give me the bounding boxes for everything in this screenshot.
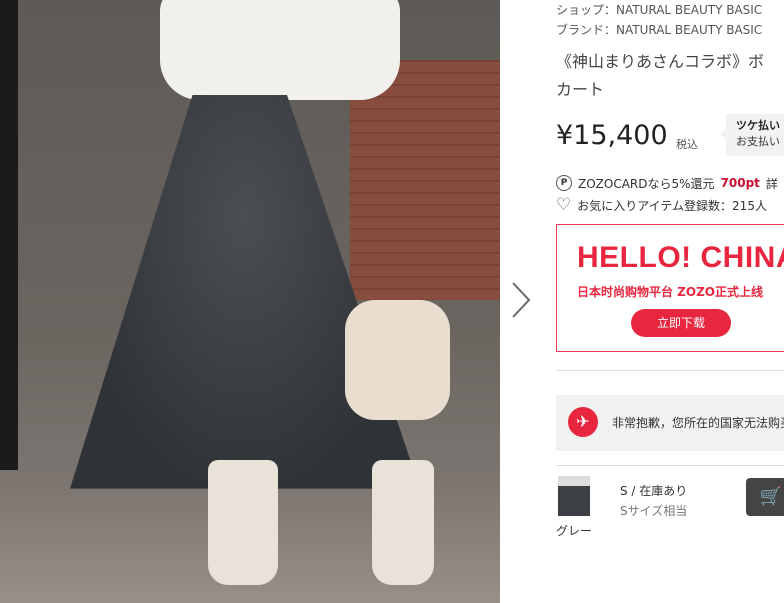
price-row: ¥15,400 税込 ツケ払い お支払い (556, 114, 784, 160)
divider (556, 370, 784, 371)
product-title-line1: 《神山まりあさんコラボ》ボ (556, 52, 765, 71)
photo-boot-left (208, 460, 278, 585)
tsuke-payment-box[interactable]: ツケ払い お支払い (720, 114, 784, 156)
notice-text: 非常抱歉，您所在的国家无法购买 (612, 416, 784, 430)
heart-icon[interactable]: ♡ (556, 196, 571, 214)
product-info: ショップ：NATURAL BEAUTY BASIC ブランド：NATURAL B… (556, 0, 784, 603)
photo-bag (345, 300, 450, 420)
sku-size: S / 在庫あり (620, 484, 688, 498)
photo-boot-right (372, 460, 434, 585)
sku-row: グレー S / 在庫あり Sサイズ相当 🛒 (556, 476, 784, 546)
points-icon: P (556, 175, 572, 191)
region-notice: ✈ 非常抱歉，您所在的国家无法购买 (556, 395, 784, 451)
cart-icon: 🛒 (759, 486, 783, 507)
points-row: P ZOZOCARDなら5%還元 700pt 詳 (556, 172, 784, 194)
tsuke-line1: ツケ払い (736, 119, 780, 132)
product-title: 《神山まりあさんコラボ》ボ カート (556, 48, 784, 104)
china-banner[interactable]: HELLO! CHINA 日本时尚购物平台 ZOZO正式上线 立即下载 (556, 224, 784, 352)
favorite-text: お気に入りアイテム登録数：215人 (577, 198, 767, 213)
product-title-line2: カート (556, 80, 605, 99)
sku-size-equivalent: Sサイズ相当 (620, 504, 688, 518)
points-suffix[interactable]: 詳 (766, 175, 778, 192)
points-amount: 700pt (720, 176, 760, 190)
sku-thumbnail[interactable] (558, 476, 590, 516)
blocked-icon: ✈ (568, 407, 598, 437)
tax-label: 税込 (676, 138, 698, 151)
photo-sweater (160, 0, 400, 100)
favorite-row[interactable]: ♡ お気に入りアイテム登録数：215人 (556, 194, 784, 216)
divider (556, 465, 784, 466)
banner-subtitle: 日本时尚购物平台 ZOZO正式上线 (577, 285, 763, 299)
chevron-right-icon[interactable] (508, 280, 534, 320)
price: ¥15,400 (556, 120, 668, 151)
banner-title: HELLO! CHINA (577, 241, 784, 274)
brand-line[interactable]: ブランド：NATURAL BEAUTY BASIC (556, 20, 784, 40)
shop-line[interactable]: ショップ：NATURAL BEAUTY BASIC (556, 0, 784, 20)
sku-color: グレー (556, 524, 593, 538)
download-button[interactable]: 立即下载 (631, 309, 731, 337)
tsuke-line2: お支払い (736, 135, 780, 148)
add-to-cart-button[interactable]: 🛒 (746, 478, 784, 516)
points-text: ZOZOCARDなら5%還元 (578, 176, 715, 191)
product-photo (0, 0, 500, 603)
